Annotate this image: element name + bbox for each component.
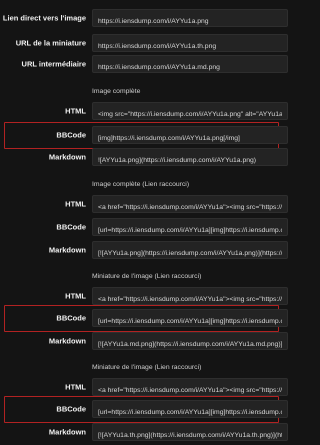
markdown-code-field[interactable] <box>92 148 288 166</box>
section-title: Image complète <box>92 88 141 95</box>
markdown-label: Markdown <box>48 245 86 255</box>
bbcode-label: BBCode <box>56 313 86 323</box>
html-code-input[interactable] <box>93 382 287 395</box>
bbcode-label: BBCode <box>56 222 86 232</box>
bbcode-code-input[interactable] <box>93 130 287 143</box>
embed-row: HTML <box>0 193 300 215</box>
html-label: HTML <box>65 382 86 392</box>
thumbnail-url-input[interactable] <box>93 38 287 51</box>
embed-row: BBCode <box>0 398 300 420</box>
markdown-code-field[interactable] <box>92 423 288 441</box>
direct-link-label: Lien direct vers l'image <box>2 13 86 23</box>
direct-link-row: Lien direct vers l'image <box>0 7 300 29</box>
html-code-field[interactable] <box>92 195 288 213</box>
embed-row: Markdown <box>0 330 300 352</box>
embed-row: HTML <box>0 376 300 398</box>
markdown-code-input[interactable] <box>93 245 287 258</box>
html-code-input[interactable] <box>93 199 287 212</box>
bbcode-code-input[interactable] <box>93 404 287 417</box>
section-title: Image complète (Lien raccourci) <box>92 181 190 188</box>
markdown-code-field[interactable] <box>92 241 288 259</box>
html-code-field[interactable] <box>92 102 288 120</box>
medium-url-label: URL intermédiaire <box>21 59 86 69</box>
bbcode-code-input[interactable] <box>93 222 287 235</box>
embed-row: BBCode <box>0 307 300 329</box>
html-label: HTML <box>65 291 86 301</box>
bbcode-code-field[interactable] <box>92 218 288 236</box>
medium-url-input[interactable] <box>93 59 287 72</box>
direct-link-input[interactable] <box>93 13 287 26</box>
direct-link-field[interactable] <box>92 9 288 27</box>
thumbnail-url-row: URL de la miniature <box>0 32 300 54</box>
embed-row: HTML <box>0 100 300 122</box>
html-label: HTML <box>65 106 86 116</box>
markdown-label: Markdown <box>48 152 86 162</box>
embed-row: Markdown <box>0 421 300 443</box>
markdown-code-input[interactable] <box>93 152 287 165</box>
section-title: Miniature de l'image (Lien raccourci) <box>92 364 202 371</box>
embed-row: Markdown <box>0 146 300 168</box>
embed-row: Markdown <box>0 239 300 261</box>
html-code-input[interactable] <box>93 106 287 119</box>
html-code-field[interactable] <box>92 378 288 396</box>
bbcode-label: BBCode <box>56 404 86 414</box>
markdown-code-field[interactable] <box>92 332 288 350</box>
markdown-label: Markdown <box>48 427 86 437</box>
html-code-input[interactable] <box>93 291 287 304</box>
embed-row: BBCode <box>0 124 300 146</box>
embed-row: HTML <box>0 285 300 307</box>
bbcode-code-field[interactable] <box>92 309 288 327</box>
embed-row: BBCode <box>0 216 300 238</box>
thumbnail-url-label: URL de la miniature <box>15 38 86 48</box>
section-title: Miniature de l'image (Lien raccourci) <box>92 273 202 280</box>
html-label: HTML <box>65 199 86 209</box>
bbcode-code-field[interactable] <box>92 126 288 144</box>
bbcode-code-field[interactable] <box>92 400 288 418</box>
bbcode-label: BBCode <box>56 130 86 140</box>
markdown-label: Markdown <box>48 336 86 346</box>
markdown-code-input[interactable] <box>93 427 287 440</box>
medium-url-row: URL intermédiaire <box>0 53 300 75</box>
markdown-code-input[interactable] <box>93 336 287 349</box>
bbcode-code-input[interactable] <box>93 313 287 326</box>
thumbnail-url-field[interactable] <box>92 34 288 52</box>
medium-url-field[interactable] <box>92 55 288 73</box>
html-code-field[interactable] <box>92 287 288 305</box>
